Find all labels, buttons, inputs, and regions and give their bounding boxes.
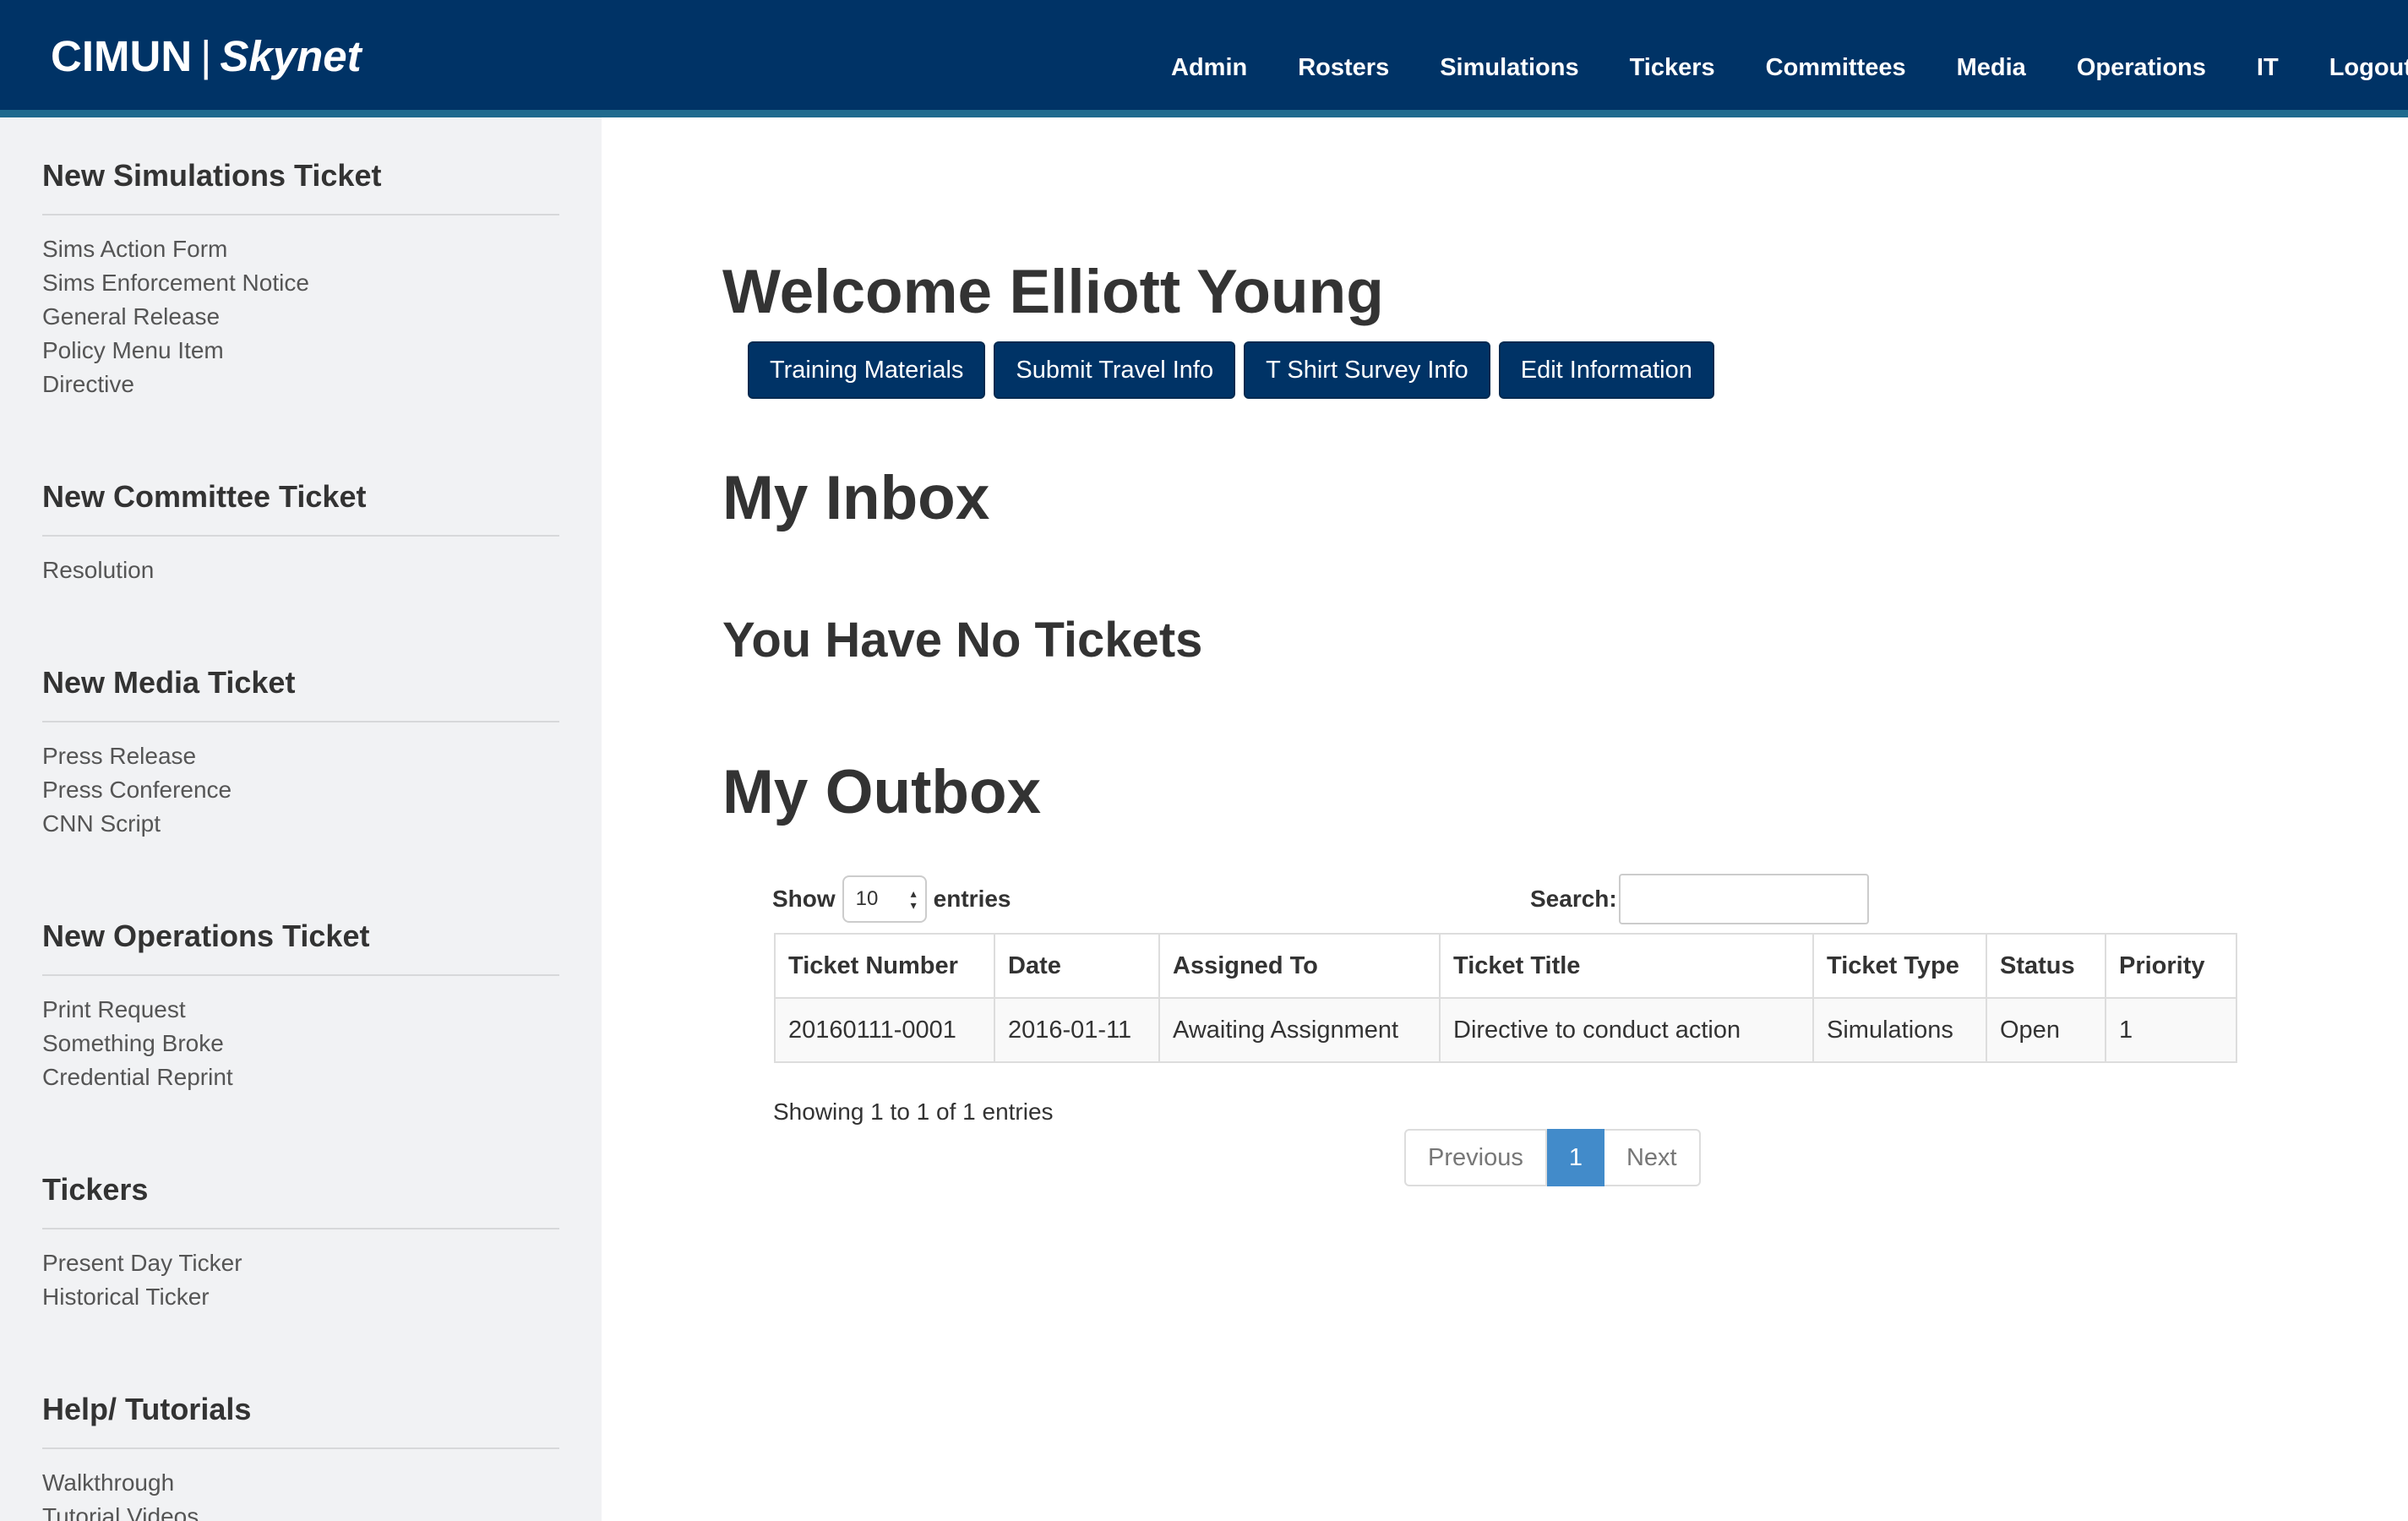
nav-tickers[interactable]: Tickers xyxy=(1604,46,1741,89)
brand-subtitle: Skynet xyxy=(220,32,362,80)
sidebar-link-resolution[interactable]: Resolution xyxy=(42,553,559,587)
action-buttons: Training Materials Submit Travel Info T … xyxy=(748,341,1714,399)
search-label: Search: xyxy=(1530,886,1617,912)
edit-information-button[interactable]: Edit Information xyxy=(1498,341,1714,399)
table-search-control: Search: xyxy=(1530,874,1869,924)
brand-separator: | xyxy=(200,32,212,80)
sidebar-link-tutorial-videos[interactable]: Tutorial Videos xyxy=(42,1500,559,1521)
pagination: Previous 1 Next xyxy=(1404,1129,1701,1186)
cell-date: 2016-01-11 xyxy=(994,997,1160,1063)
column-ticket-number[interactable]: Ticket Number xyxy=(774,933,995,999)
welcome-heading: Welcome Elliott Young xyxy=(722,258,1384,326)
outbox-table: Ticket Number Date Assigned To Ticket Ti… xyxy=(774,933,2237,1063)
column-priority[interactable]: Priority xyxy=(2105,933,2237,999)
table-info: Showing 1 to 1 of 1 entries xyxy=(773,1098,1054,1125)
sidebar-link-general-release[interactable]: General Release xyxy=(42,300,559,334)
cell-ticket-type: Simulations xyxy=(1812,997,1987,1063)
sidebar-link-historical-ticker[interactable]: Historical Ticker xyxy=(42,1280,559,1314)
cell-priority: 1 xyxy=(2105,997,2237,1063)
nav-rosters[interactable]: Rosters xyxy=(1272,46,1414,89)
sidebar-section-title: New Media Ticket xyxy=(42,662,559,722)
sidebar-section-media: New Media Ticket Press Release Press Con… xyxy=(42,662,559,841)
sidebar-section-title: Help/ Tutorials xyxy=(42,1388,559,1449)
nav-logout[interactable]: Logout xyxy=(2304,46,2408,89)
sidebar-link-press-conference[interactable]: Press Conference xyxy=(42,773,559,807)
sidebar-link-cnn-script[interactable]: CNN Script xyxy=(42,807,559,841)
sidebar-link-something-broke[interactable]: Something Broke xyxy=(42,1027,559,1060)
sidebar-link-print-request[interactable]: Print Request xyxy=(42,993,559,1027)
table-row[interactable]: 20160111-0001 2016-01-11 Awaiting Assign… xyxy=(774,997,2237,1063)
sidebar-link-policy-menu-item[interactable]: Policy Menu Item xyxy=(42,334,559,368)
training-materials-button[interactable]: Training Materials xyxy=(748,341,986,399)
sidebar-section-title: New Simulations Ticket xyxy=(42,155,559,215)
pagination-next[interactable]: Next xyxy=(1604,1129,1701,1186)
column-ticket-type[interactable]: Ticket Type xyxy=(1812,933,1987,999)
submit-travel-info-button[interactable]: Submit Travel Info xyxy=(994,341,1236,399)
cell-assigned-to: Awaiting Assignment xyxy=(1158,997,1441,1063)
sidebar-link-press-release[interactable]: Press Release xyxy=(42,739,559,773)
table-header-row: Ticket Number Date Assigned To Ticket Ti… xyxy=(774,933,2237,999)
nav-committees[interactable]: Committees xyxy=(1741,46,1931,89)
sidebar-section-tickers: Tickers Present Day Ticker Historical Ti… xyxy=(42,1169,559,1314)
nav-it[interactable]: IT xyxy=(2231,46,2304,89)
column-assigned-to[interactable]: Assigned To xyxy=(1158,933,1441,999)
search-input[interactable] xyxy=(1618,874,1869,924)
main-nav: Admin Rosters Simulations Tickers Commit… xyxy=(1146,46,2408,89)
sidebar-section-committee: New Committee Ticket Resolution xyxy=(42,476,559,587)
nav-media[interactable]: Media xyxy=(1931,46,2051,89)
sidebar-link-credential-reprint[interactable]: Credential Reprint xyxy=(42,1060,559,1094)
header-stripe xyxy=(0,110,2408,117)
sidebar-section-title: New Operations Ticket xyxy=(42,915,559,976)
nav-admin[interactable]: Admin xyxy=(1146,46,1272,89)
pagination-page[interactable]: 1 xyxy=(1546,1129,1604,1186)
nav-operations[interactable]: Operations xyxy=(2051,46,2231,89)
sidebar-section-title: Tickers xyxy=(42,1169,559,1229)
cell-ticket-title: Directive to conduct action xyxy=(1439,997,1814,1063)
sidebar-link-sims-enforcement-notice[interactable]: Sims Enforcement Notice xyxy=(42,266,559,300)
entries-length-control: Show 10 ▴ ▾ entries xyxy=(772,874,1011,924)
entries-label: entries xyxy=(933,886,1011,912)
cell-ticket-number: 20160111-0001 xyxy=(774,997,995,1063)
sidebar-link-directive[interactable]: Directive xyxy=(42,368,559,401)
entries-select-value: 10 xyxy=(855,887,879,910)
brand-logo[interactable]: CIMUN | Skynet xyxy=(51,27,362,86)
pagination-previous[interactable]: Previous xyxy=(1404,1129,1547,1186)
cell-status: Open xyxy=(1986,997,2106,1063)
inbox-heading: My Inbox xyxy=(722,464,990,532)
column-date[interactable]: Date xyxy=(994,933,1160,999)
sidebar-link-sims-action-form[interactable]: Sims Action Form xyxy=(42,232,559,266)
sidebar-section-operations: New Operations Ticket Print Request Some… xyxy=(42,915,559,1094)
entries-select[interactable]: 10 ▴ ▾ xyxy=(842,875,927,923)
sidebar-section-help: Help/ Tutorials Walkthrough Tutorial Vid… xyxy=(42,1388,559,1521)
sidebar-link-present-day-ticker[interactable]: Present Day Ticker xyxy=(42,1246,559,1280)
column-status[interactable]: Status xyxy=(1986,933,2106,999)
t-shirt-survey-button[interactable]: T Shirt Survey Info xyxy=(1244,341,1490,399)
top-navbar: CIMUN | Skynet Admin Rosters Simulations T… xyxy=(0,0,2408,110)
sidebar-section-title: New Committee Ticket xyxy=(42,476,559,537)
sidebar: New Simulations Ticket Sims Action Form … xyxy=(0,117,602,1521)
sidebar-section-simulations: New Simulations Ticket Sims Action Form … xyxy=(42,155,559,401)
nav-simulations[interactable]: Simulations xyxy=(1414,46,1604,89)
sidebar-link-walkthrough[interactable]: Walkthrough xyxy=(42,1466,559,1500)
brand-name: CIMUN xyxy=(51,32,193,80)
select-arrows-icon: ▴ ▾ xyxy=(910,886,917,912)
show-label: Show xyxy=(772,886,836,912)
outbox-heading: My Outbox xyxy=(722,758,1042,826)
column-ticket-title[interactable]: Ticket Title xyxy=(1439,933,1814,999)
inbox-empty-message: You Have No Tickets xyxy=(722,613,1203,668)
